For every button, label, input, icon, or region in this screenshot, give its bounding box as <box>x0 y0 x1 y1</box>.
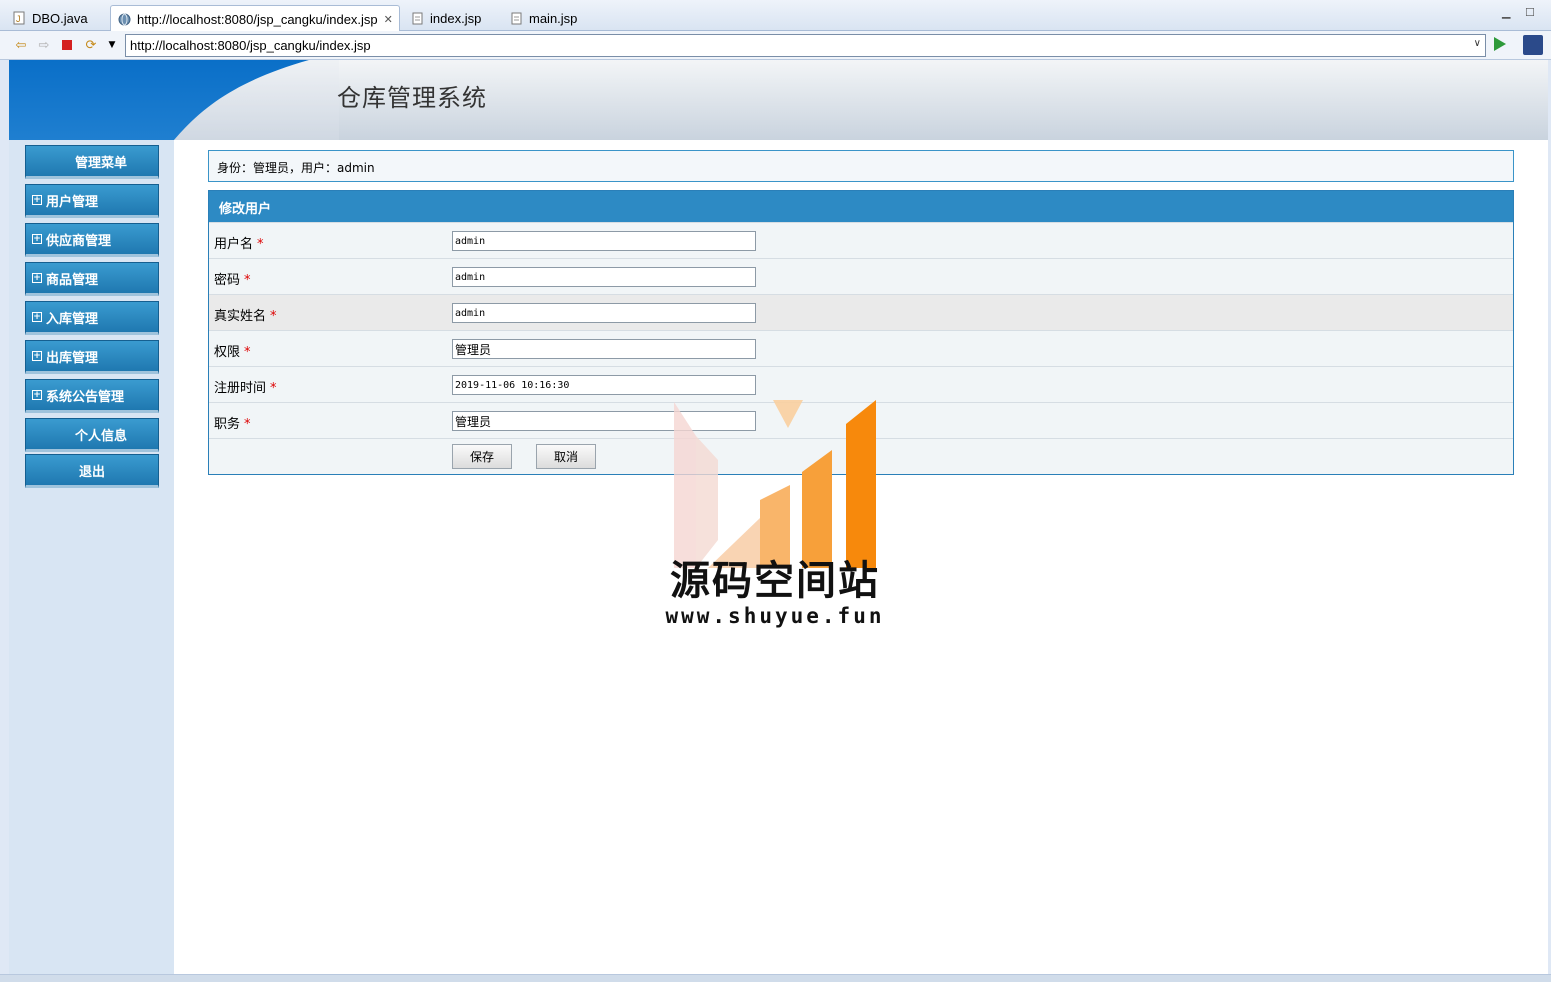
username-input[interactable] <box>452 231 756 251</box>
sidebar-item-label: 商品管理 <box>46 272 99 288</box>
tab-index-jsp[interactable]: index.jsp <box>404 5 487 31</box>
realname-input[interactable] <box>452 303 756 323</box>
stop-icon[interactable] <box>58 37 76 53</box>
url-text: http://localhost:8080/jsp_cangku/index.j… <box>130 38 371 53</box>
editor-tab-bar: J DBO.java http://localhost:8080/jsp_can… <box>0 0 1551 32</box>
sidebar-item-label: 入库管理 <box>46 311 99 327</box>
required-mark: * <box>270 381 277 396</box>
position-input[interactable] <box>452 411 756 431</box>
form-row-username: 用户名 * <box>209 222 1513 258</box>
field-label: 权限 * <box>214 345 251 360</box>
sidebar-item-label: 系统公告管理 <box>46 389 125 405</box>
field-label: 注册时间 * <box>214 381 277 396</box>
field-label: 真实姓名 * <box>214 309 277 324</box>
edit-user-form: 修改用户 用户名* 密码* 真实姓名* 权限* 注册时间* 职务* 保存 取消 <box>208 190 1514 475</box>
form-row-permission: 权限 * <box>209 330 1513 366</box>
form-row-realname: 真实姓名 * <box>209 294 1513 330</box>
permission-input[interactable] <box>452 339 756 359</box>
logout-label: 退出 <box>78 464 105 480</box>
expand-icon: + <box>32 234 42 244</box>
url-field[interactable]: http://localhost:8080/jsp_cangku/index.j… <box>125 34 1486 57</box>
tab-main-jsp[interactable]: main.jsp <box>503 5 583 31</box>
minimize-icon[interactable]: ▁ <box>1502 6 1510 19</box>
jsp-file-icon <box>410 11 424 25</box>
required-mark: * <box>270 309 277 324</box>
jsp-file-icon <box>509 11 523 25</box>
sidebar-item-goods-management[interactable]: + 商品管理 <box>25 262 159 296</box>
refresh-icon[interactable]: ⟳ <box>82 37 100 53</box>
tab-label: main.jsp <box>529 10 578 26</box>
browser-toolbar: ⇦ ⇨ ⟳ ▼ http://localhost:8080/jsp_cangku… <box>0 31 1551 60</box>
save-button[interactable]: 保存 <box>452 444 512 469</box>
maximize-icon[interactable]: ☐ <box>1525 6 1535 19</box>
page-title: 仓库管理系统 <box>337 84 487 112</box>
main-content: 身份：管理员，用户：admin 修改用户 用户名* 密码* 真实姓名* 权限* … <box>208 150 1514 475</box>
tab-label: DBO.java <box>32 10 88 26</box>
browser-extension-icon[interactable] <box>1523 35 1543 55</box>
sidebar-item-label: 用户管理 <box>46 194 99 210</box>
expand-icon: + <box>32 273 42 283</box>
sidebar-item-label: 个人信息 <box>74 428 127 444</box>
user-info-text: 身份：管理员，用户：admin <box>217 161 375 175</box>
form-title: 修改用户 <box>209 191 1513 222</box>
required-mark: * <box>244 273 251 288</box>
status-bar <box>0 974 1551 982</box>
forward-icon[interactable]: ⇨ <box>35 37 53 53</box>
expand-icon: + <box>32 351 42 361</box>
java-file-icon: J <box>12 11 26 25</box>
required-mark: * <box>244 345 251 360</box>
field-label: 职务 * <box>214 417 251 432</box>
field-label: 用户名 * <box>214 237 264 252</box>
expand-icon: + <box>32 390 42 400</box>
form-row-register-time: 注册时间 * <box>209 366 1513 402</box>
field-label: 密码 * <box>214 273 251 288</box>
banner-swoosh <box>9 60 339 140</box>
sidebar-item-profile[interactable]: 个人信息 <box>25 418 159 452</box>
watermark-title: 源码空间站 <box>670 558 880 604</box>
sidebar-item-announcement-management[interactable]: + 系统公告管理 <box>25 379 159 413</box>
chevron-down-icon[interactable]: ▼ <box>103 37 121 53</box>
go-icon[interactable] <box>1494 37 1506 51</box>
globe-icon <box>117 12 131 26</box>
sidebar-item-label: 供应商管理 <box>46 233 112 249</box>
required-mark: * <box>257 237 264 252</box>
back-icon[interactable]: ⇦ <box>12 37 30 53</box>
chevron-down-icon[interactable]: ∨ <box>1474 38 1481 49</box>
tab-label: index.jsp <box>430 10 482 26</box>
logout-button[interactable]: 退出 <box>25 454 159 488</box>
header-banner: 仓库管理系统 <box>9 60 1548 140</box>
sidebar-item-label: 出库管理 <box>46 350 99 366</box>
sidebar-item-inbound-management[interactable]: + 入库管理 <box>25 301 159 335</box>
form-row-position: 职务 * <box>209 402 1513 438</box>
menu-header-label: 管理菜单 <box>74 155 127 171</box>
user-info-bar: 身份：管理员，用户：admin <box>208 150 1514 182</box>
cancel-button[interactable]: 取消 <box>536 444 596 469</box>
close-icon[interactable]: ✕ <box>384 13 393 26</box>
sidebar-item-supplier-management[interactable]: + 供应商管理 <box>25 223 159 257</box>
expand-icon: + <box>32 195 42 205</box>
tab-dbo-java[interactable]: J DBO.java <box>6 5 94 31</box>
form-row-password: 密码 * <box>209 258 1513 294</box>
form-row-actions: 保存 取消 <box>209 438 1513 474</box>
menu-header: 管理菜单 <box>25 145 159 179</box>
svg-text:J: J <box>16 14 21 24</box>
sidebar-item-user-management[interactable]: + 用户管理 <box>25 184 159 218</box>
watermark-url: www.shuyue.fun <box>665 604 885 628</box>
required-mark: * <box>244 417 251 432</box>
tab-label: http://localhost:8080/jsp_cangku/index.j… <box>137 11 378 27</box>
sidebar: 管理菜单 + 用户管理 + 供应商管理 + 商品管理 + 入库管理 + 出库管理… <box>9 140 174 974</box>
register-time-input[interactable] <box>452 375 756 395</box>
tab-browser[interactable]: http://localhost:8080/jsp_cangku/index.j… <box>110 5 400 32</box>
expand-icon: + <box>32 312 42 322</box>
sidebar-item-outbound-management[interactable]: + 出库管理 <box>25 340 159 374</box>
password-input[interactable] <box>452 267 756 287</box>
